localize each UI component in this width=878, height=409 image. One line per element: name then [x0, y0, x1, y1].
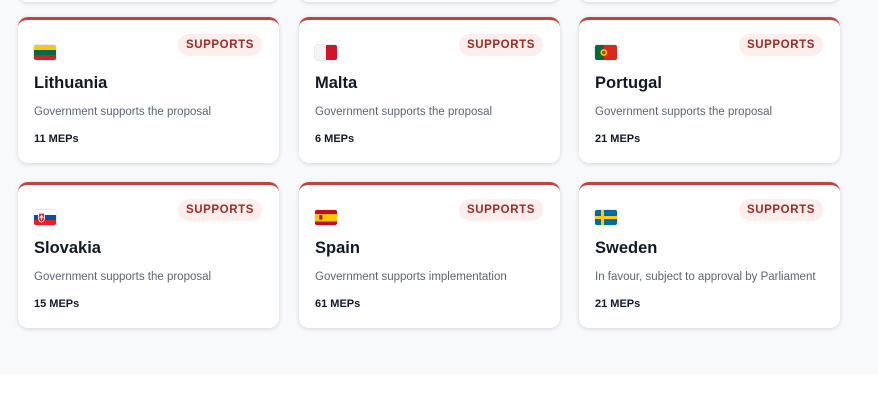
mep-count: 21 MEPs: [595, 298, 641, 310]
country-card-partial: [18, 0, 279, 2]
country-card-lithuania[interactable]: SUPPORTS Lithuania Government supports t…: [18, 17, 279, 163]
country-grid-section: SUPPORTS Lithuania Government supports t…: [0, 0, 878, 374]
mep-count: 15 MEPs: [34, 298, 80, 310]
status-badge: SUPPORTS: [177, 34, 262, 56]
country-description: In favour, subject to approval by Parlia…: [595, 271, 816, 283]
mep-count: 61 MEPs: [315, 298, 361, 310]
sweden-flag-icon: [595, 210, 617, 225]
slovakia-flag-icon: [34, 210, 56, 225]
country-description: Government supports the proposal: [315, 106, 493, 118]
country-name: Malta: [315, 74, 358, 92]
country-name: Lithuania: [34, 74, 108, 92]
country-description: Government supports implementation: [315, 271, 507, 283]
portugal-flag-icon: [595, 45, 617, 60]
country-card-slovakia[interactable]: SUPPORTS Slovakia Government supports th…: [18, 182, 279, 328]
mep-count: 21 MEPs: [595, 133, 641, 145]
country-card-partial: [579, 0, 840, 2]
country-name: Slovakia: [34, 239, 101, 257]
malta-flag-icon: [315, 45, 337, 60]
mep-count: 6 MEPs: [315, 133, 355, 145]
status-badge: SUPPORTS: [177, 199, 262, 221]
country-card-malta[interactable]: SUPPORTS Malta Government supports the p…: [299, 17, 560, 163]
country-name: Sweden: [595, 239, 658, 257]
country-description: Government supports the proposal: [595, 106, 773, 118]
country-description: Government supports the proposal: [34, 271, 212, 283]
status-badge: SUPPORTS: [738, 34, 823, 56]
status-badge: SUPPORTS: [458, 199, 543, 221]
mep-count: 11 MEPs: [34, 133, 79, 145]
status-badge: SUPPORTS: [458, 34, 543, 56]
country-name: Portugal: [595, 74, 662, 92]
country-card-sweden[interactable]: SUPPORTS Sweden In favour, subject to ap…: [579, 182, 840, 328]
country-card-spain[interactable]: SUPPORTS Spain Government supports imple…: [299, 182, 560, 328]
country-card-portugal[interactable]: SUPPORTS Portugal Government supports th…: [579, 17, 840, 163]
lithuania-flag-icon: [34, 45, 56, 60]
spain-flag-icon: [315, 210, 337, 225]
country-name: Spain: [315, 239, 360, 257]
country-description: Government supports the proposal: [34, 106, 212, 118]
status-badge: SUPPORTS: [738, 199, 823, 221]
country-card-partial: [299, 0, 560, 2]
